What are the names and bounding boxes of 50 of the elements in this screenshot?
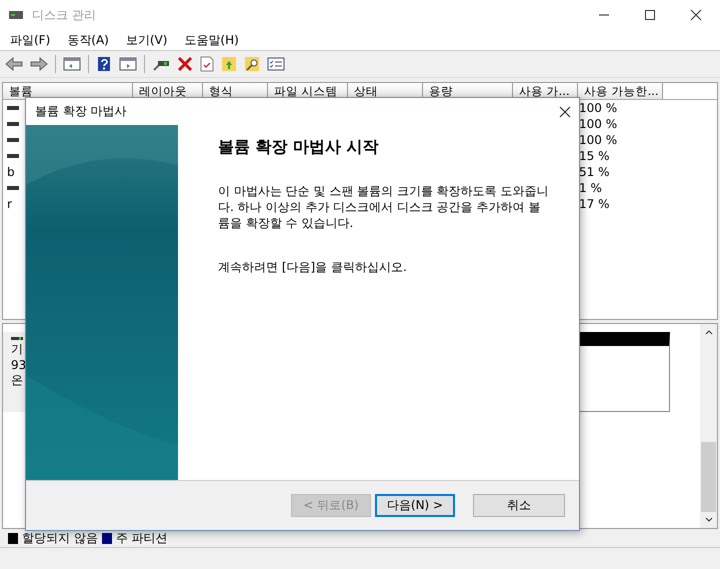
forward-icon[interactable]: [30, 56, 48, 72]
next-button[interactable]: 다음(N) >: [375, 494, 455, 517]
scrollbar[interactable]: [700, 324, 717, 528]
table-cell: 100 %: [579, 117, 618, 131]
wizard-heading: 볼륨 확장 마법사 시작: [218, 137, 380, 158]
window-title: 디스크 관리: [32, 6, 96, 24]
drive-icon: [7, 185, 19, 191]
menu-item[interactable]: 동작(A): [67, 32, 109, 48]
folder-up-icon[interactable]: [221, 56, 237, 72]
delete-icon[interactable]: [177, 56, 193, 72]
menu-item[interactable]: 보기(V): [126, 32, 168, 48]
menu-item[interactable]: 파일(F): [10, 32, 50, 48]
close-icon[interactable]: [559, 106, 571, 118]
table-cell: 51 %: [579, 165, 610, 179]
wizard-text: 계속하려면 [다음]을 클릭하십시오.: [218, 259, 408, 275]
folder-search-icon[interactable]: [244, 56, 260, 72]
table-cell: 1 %: [579, 181, 602, 195]
drive-icon: [7, 137, 19, 143]
dialog-title: 볼륨 확장 마법사: [35, 103, 127, 120]
back-icon[interactable]: [5, 56, 23, 72]
close-icon[interactable]: [690, 9, 702, 21]
maximize-icon[interactable]: [644, 9, 656, 21]
table-cell: 100 %: [579, 101, 618, 115]
help-icon[interactable]: [96, 56, 112, 72]
drive-icon: [7, 153, 19, 159]
drive-icon: [7, 121, 19, 127]
column-header[interactable]: 볼륨: [3, 83, 133, 99]
scroll-up-icon[interactable]: [704, 328, 714, 336]
checklist-icon[interactable]: [200, 56, 214, 72]
menu-item[interactable]: 도움말(H): [184, 32, 239, 48]
cancel-button[interactable]: 취소: [473, 494, 565, 517]
drive-icon: [7, 105, 19, 111]
disk-info-text: 기: [11, 341, 24, 358]
properties-icon[interactable]: [267, 57, 285, 71]
table-cell: 100 %: [579, 133, 618, 147]
disk-info-text: 93: [11, 358, 28, 372]
legend-label: 주 파티션: [116, 530, 168, 546]
panel-icon[interactable]: [119, 56, 137, 72]
legend-label: 할당되지 않음: [22, 530, 98, 546]
disk-info-text: 온: [11, 372, 24, 389]
table-cell: b: [7, 165, 15, 179]
panel-icon[interactable]: [63, 56, 81, 72]
scroll-down-icon[interactable]: [704, 516, 714, 524]
scroll-thumb[interactable]: [701, 442, 716, 512]
table-cell: 15 %: [579, 149, 610, 163]
table-cell: r: [7, 197, 12, 211]
drive-icon: [11, 336, 23, 341]
table-cell: 17 %: [579, 197, 610, 211]
column-header[interactable]: 사용 가능한...: [578, 83, 663, 99]
wizard-text: 이 마법사는 단순 및 스팬 볼륨의 크기를 확장하도록 도와줍니다. 하나 이상의 추가 디스크에서 디스크 공간을 추가하여 볼륨을 확장할 수 있습니다.: [218, 183, 549, 231]
